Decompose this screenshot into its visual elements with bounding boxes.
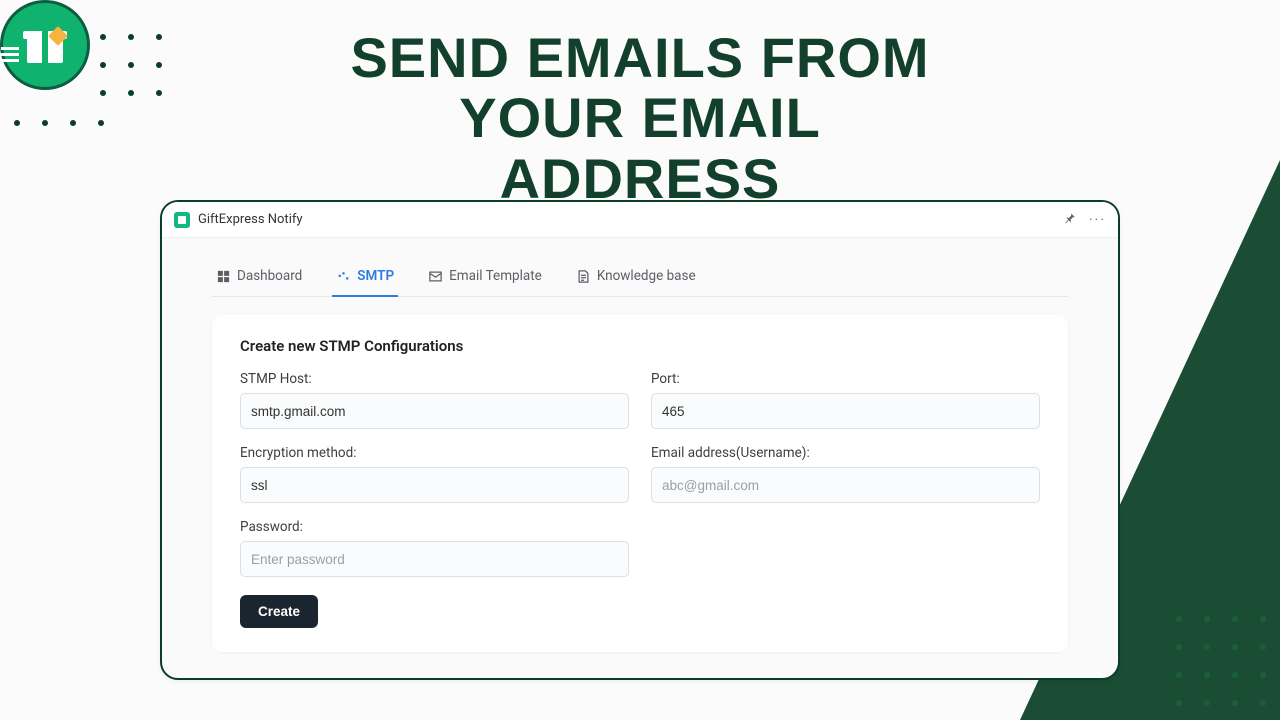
page-heading: Send emails from your email address <box>320 28 960 209</box>
dot-pattern <box>100 34 164 98</box>
tab-knowledge-base[interactable]: Knowledge base <box>572 258 700 296</box>
port-input[interactable] <box>651 393 1040 429</box>
window-titlebar: GiftExpress Notify ··· <box>162 202 1118 238</box>
dot-pattern <box>14 120 106 128</box>
smtp-config-card: Create new STMP Configurations STMP Host… <box>212 315 1068 652</box>
password-input[interactable] <box>240 541 629 577</box>
pin-icon[interactable] <box>1063 210 1077 229</box>
mail-icon <box>428 269 443 284</box>
create-button[interactable]: Create <box>240 595 318 628</box>
app-window: GiftExpress Notify ··· Dashboard SMTP <box>160 200 1120 680</box>
tab-label: Email Template <box>449 268 542 284</box>
smtp-host-label: STMP Host: <box>240 371 629 387</box>
sliders-icon <box>336 269 351 284</box>
grid-icon <box>216 269 231 284</box>
tab-label: Dashboard <box>237 268 302 284</box>
tabs: Dashboard SMTP Email Template Knowledge … <box>212 250 1068 297</box>
tab-label: Knowledge base <box>597 268 696 284</box>
more-icon[interactable]: ··· <box>1089 212 1106 228</box>
dot-pattern <box>1176 616 1268 708</box>
app-logo <box>0 0 90 90</box>
email-label: Email address(Username): <box>651 445 1040 461</box>
tab-email-template[interactable]: Email Template <box>424 258 546 296</box>
tab-smtp[interactable]: SMTP <box>332 258 398 296</box>
encryption-label: Encryption method: <box>240 445 629 461</box>
app-title: GiftExpress Notify <box>198 212 303 227</box>
smtp-host-input[interactable] <box>240 393 629 429</box>
app-icon <box>174 212 190 228</box>
port-label: Port: <box>651 371 1040 387</box>
card-title: Create new STMP Configurations <box>240 337 1040 355</box>
password-label: Password: <box>240 519 629 535</box>
tab-dashboard[interactable]: Dashboard <box>212 258 306 296</box>
encryption-input[interactable] <box>240 467 629 503</box>
tab-label: SMTP <box>357 268 394 284</box>
document-icon <box>576 269 591 284</box>
email-input[interactable] <box>651 467 1040 503</box>
